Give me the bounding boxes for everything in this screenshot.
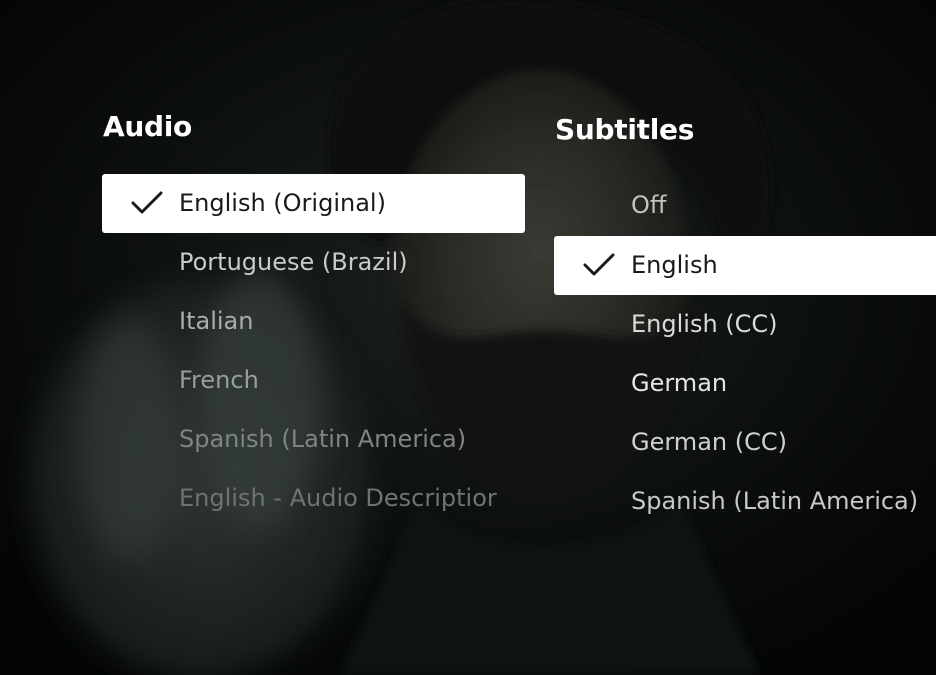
subtitle-option-german-cc[interactable]: German (CC) bbox=[554, 413, 936, 472]
subtitle-option-label: English bbox=[631, 251, 718, 279]
audio-option-label: English - Audio Descriptior bbox=[179, 484, 497, 512]
audio-option-italian[interactable]: Italian bbox=[102, 292, 525, 351]
audio-option-label: English (Original) bbox=[179, 189, 386, 217]
subtitle-option-english[interactable]: English bbox=[554, 236, 936, 295]
subtitle-option-label: German (CC) bbox=[631, 428, 787, 456]
subtitle-option-label: Off bbox=[631, 191, 667, 219]
audio-option-label: Spanish (Latin America) bbox=[179, 425, 467, 453]
audio-option-english-audio-description[interactable]: English - Audio Descriptior bbox=[102, 469, 525, 528]
audio-option-label: Portuguese (Brazil) bbox=[179, 248, 408, 276]
audio-option-french[interactable]: French bbox=[102, 351, 525, 410]
audio-option-spanish-latin-america[interactable]: Spanish (Latin America) bbox=[102, 410, 525, 469]
subtitle-option-english-cc[interactable]: English (CC) bbox=[554, 295, 936, 354]
subtitle-option-spanish-latin-america[interactable]: Spanish (Latin America) bbox=[554, 472, 936, 531]
audio-option-label: Italian bbox=[179, 307, 254, 335]
subtitle-option-german[interactable]: German bbox=[554, 354, 936, 413]
subtitle-option-label: English (CC) bbox=[631, 310, 778, 338]
subtitles-heading: Subtitles bbox=[555, 113, 695, 146]
audio-option-english-original[interactable]: English (Original) bbox=[102, 174, 525, 233]
subtitle-option-label: German bbox=[631, 369, 728, 397]
audio-option-portuguese-brazil[interactable]: Portuguese (Brazil) bbox=[102, 233, 525, 292]
audio-subtitles-menu: Audio Subtitles English (Original) Portu… bbox=[0, 0, 936, 675]
subtitle-option-label: Spanish (Latin America) bbox=[631, 487, 919, 515]
audio-option-label: French bbox=[179, 366, 259, 394]
subtitle-option-off[interactable]: Off bbox=[554, 176, 936, 235]
check-icon bbox=[131, 191, 163, 214]
audio-heading: Audio bbox=[103, 110, 192, 143]
check-icon bbox=[583, 253, 615, 276]
